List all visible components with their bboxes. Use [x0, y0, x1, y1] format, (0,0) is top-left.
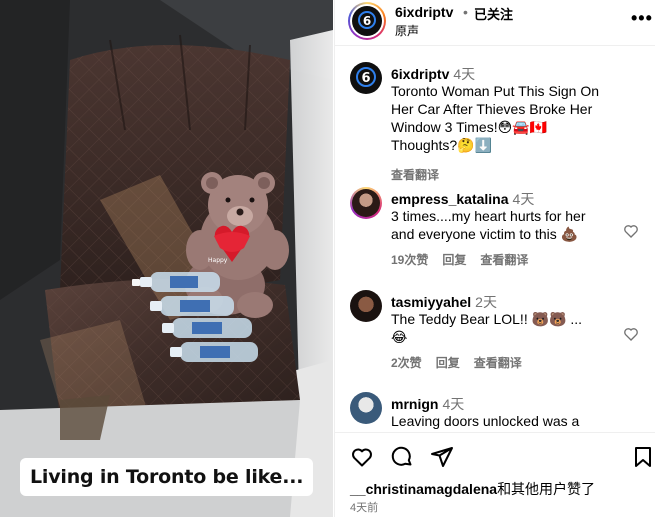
comment-line: 😂: [391, 329, 408, 345]
author-avatar[interactable]: 6: [348, 2, 386, 40]
caption-line: Thoughts?🤔⬇️: [391, 137, 493, 153]
post-actions: __christinamagdalena和其他用户赞了 4天前: [335, 432, 655, 517]
author-username[interactable]: 6ixdriptv: [395, 4, 453, 20]
reply-button[interactable]: 回复: [442, 251, 466, 268]
comment-meta: 19次赞 回复 查看翻译: [391, 251, 528, 268]
svg-text:Happy: Happy: [208, 257, 228, 264]
comment-time: 4天: [512, 191, 535, 207]
channel-logo-icon: 6: [352, 6, 382, 36]
caption-avatar[interactable]: 6: [350, 62, 382, 94]
comments-list[interactable]: 6 6ixdriptv 4天 Toronto Woman Put This Sig…: [335, 47, 655, 430]
comment-time: 2天: [475, 294, 497, 310]
like-comment-heart-icon[interactable]: [623, 223, 639, 239]
post-date: 4天前: [350, 502, 379, 514]
liked-by-username[interactable]: __christinamagdalena: [350, 481, 497, 497]
translate-link[interactable]: 查看翻译: [480, 251, 528, 268]
comment-username-row: empress_katalina 4天: [391, 189, 534, 209]
post-detail-panel: 6 6ixdriptv • 已关注 原声 ••• 6 6ixdriptv 4天 T…: [334, 0, 655, 517]
comment-likes[interactable]: 19次赞: [391, 251, 428, 268]
comment-bubble-icon[interactable]: [390, 445, 414, 469]
comment-meta: 2次赞 回复 查看翻译: [391, 354, 522, 371]
separator-dot: •: [463, 4, 468, 20]
caption-translate-link[interactable]: 查看翻译: [391, 166, 439, 183]
comment-text: Leaving doors unlocked was a: [391, 412, 627, 430]
save-bookmark-icon[interactable]: [631, 445, 655, 469]
like-heart-icon[interactable]: [350, 445, 374, 469]
comment-username[interactable]: empress_katalina: [391, 191, 509, 207]
comment-username[interactable]: mrnign: [391, 396, 438, 412]
comment-username-row: tasmiyyahel 2天: [391, 292, 497, 312]
commenter-avatar[interactable]: [350, 392, 382, 424]
commenter-avatar[interactable]: [350, 187, 382, 219]
caption-line: Window 3 Times!😳🚘🇨🇦: [391, 119, 548, 135]
car-seat-illustration: Happy: [0, 0, 333, 517]
comment-likes[interactable]: 2次赞: [391, 354, 422, 371]
caption-username[interactable]: 6ixdriptv: [391, 66, 449, 82]
translate-link[interactable]: 查看翻译: [474, 354, 522, 371]
post-photo: Happy Living in Toronto be like...: [0, 0, 333, 517]
commenter-avatar[interactable]: [350, 290, 382, 322]
more-options-icon[interactable]: •••: [631, 8, 653, 29]
post-header: 6 6ixdriptv • 已关注 原声 •••: [335, 0, 655, 46]
like-comment-heart-icon[interactable]: [623, 326, 639, 342]
caption-line: Her Car After Thieves Broke Her: [391, 101, 593, 117]
liked-by-suffix: 和其他用户赞了: [497, 481, 596, 497]
caption-line: Toronto Woman Put This Sign On: [391, 83, 600, 99]
comment-line: The Teddy Bear LOL!! 🐻🐻 ...: [391, 311, 583, 327]
caption-time: 4天: [453, 66, 476, 82]
comment-username-row: mrnign 4天: [391, 394, 464, 414]
share-paper-plane-icon[interactable]: [430, 445, 454, 469]
liked-by-summary[interactable]: __christinamagdalena和其他用户赞了: [350, 479, 595, 499]
comment-line: Leaving doors unlocked was a: [391, 413, 580, 429]
follow-status-button[interactable]: 已关注: [474, 4, 513, 23]
reply-button[interactable]: 回复: [436, 354, 460, 371]
comment-username[interactable]: tasmiyyahel: [391, 294, 471, 310]
comment-line: and everyone victim to this 💩: [391, 226, 579, 242]
caption-username-row: 6ixdriptv 4天: [391, 64, 475, 84]
comment-time: 4天: [442, 396, 465, 412]
comment-line: 3 times....my heart hurts for her: [391, 208, 586, 224]
photo-caption-overlay: Living in Toronto be like...: [20, 458, 314, 496]
comment-text: The Teddy Bear LOL!! 🐻🐻 ... 😂: [391, 310, 627, 346]
comment-text: 3 times....my heart hurts for her and ev…: [391, 207, 627, 243]
caption-text: Toronto Woman Put This Sign On Her Car A…: [391, 82, 627, 154]
audio-label[interactable]: 原声: [395, 22, 419, 39]
